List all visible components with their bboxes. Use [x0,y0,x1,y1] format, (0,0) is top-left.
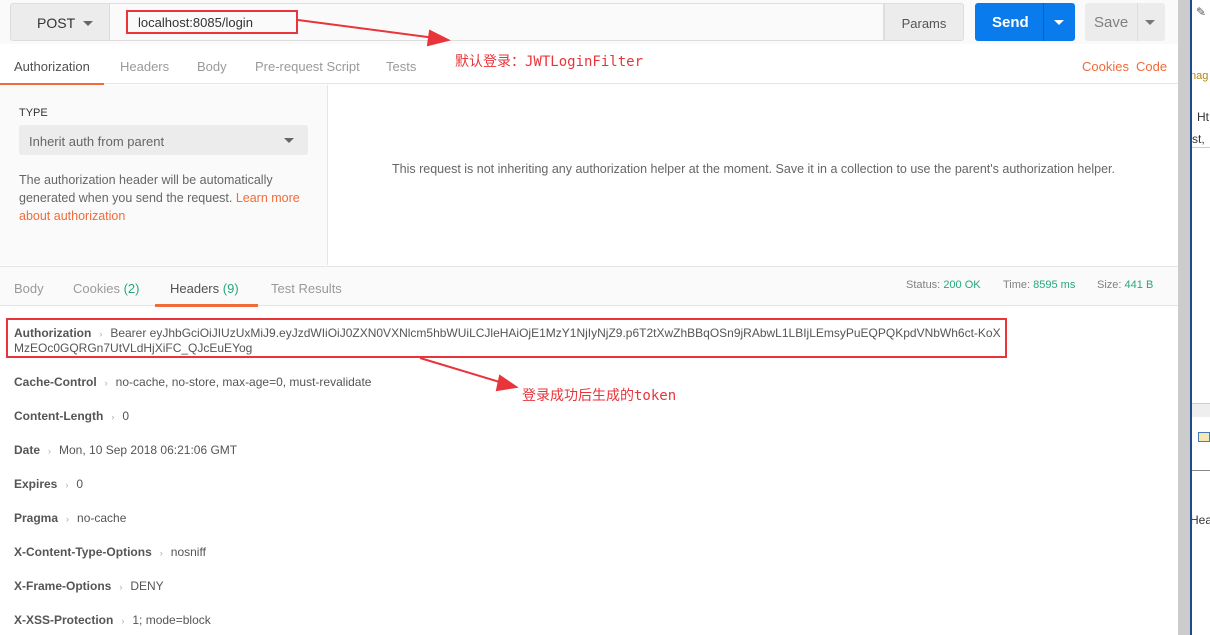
side-text: Hea [1190,513,1210,527]
annotation-arrows [297,19,519,392]
postman-main: POST localhost:8085/login Params Send Sa… [0,0,1178,635]
folder-icon [1198,432,1210,442]
side-text: nag [1190,70,1209,82]
token-annotation: 登录成功后生成的token [522,388,677,404]
background-window: ✎ nag Ht st, Hea [1190,0,1210,635]
side-text: Ht [1197,110,1209,124]
pin-icon: ✎ [1196,5,1207,19]
side-text: st, [1192,132,1205,146]
login-annotation: 默认登录：JWTLoginFilter [455,54,644,70]
divider [1192,147,1210,148]
scrollbar[interactable] [1178,0,1190,635]
arrow-icon [297,19,519,392]
divider [1192,470,1210,471]
side-scrollbar[interactable] [1192,403,1210,417]
